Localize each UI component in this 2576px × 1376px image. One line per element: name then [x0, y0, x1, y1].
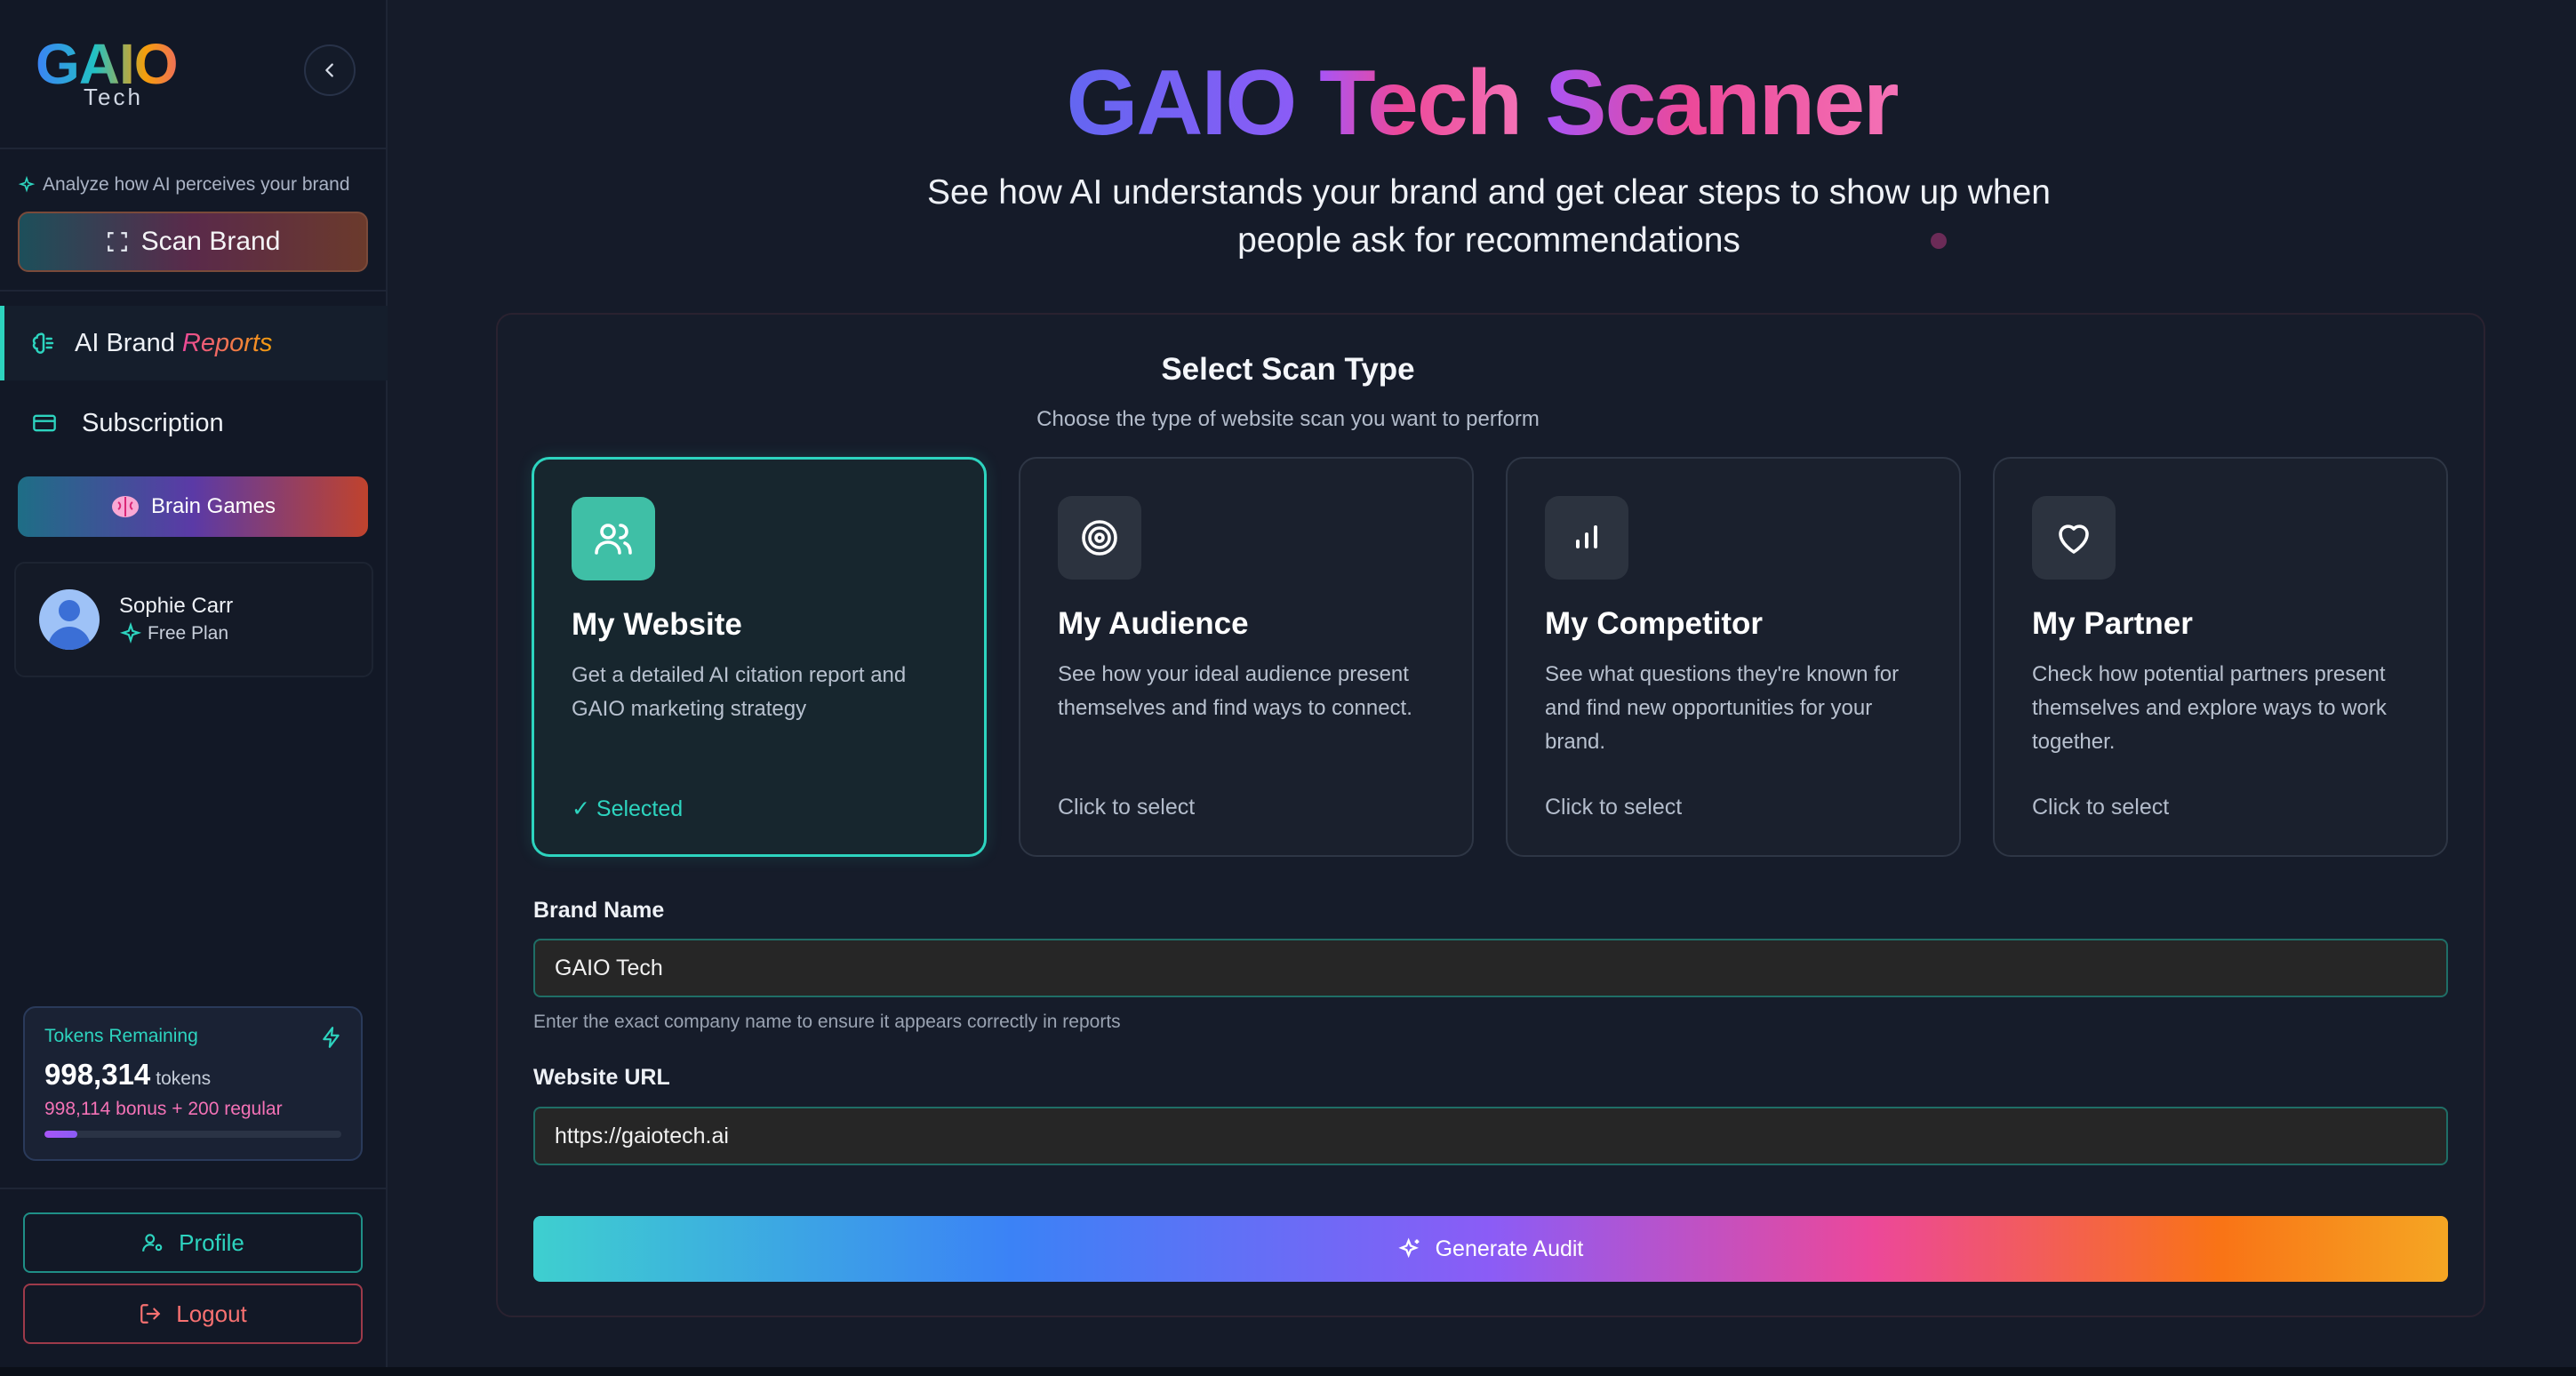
tokens-card: Tokens Remaining 998,314 tokens 998,114 b… — [23, 1006, 363, 1161]
card-title: My Competitor — [1545, 606, 1763, 641]
brand-name-hint: Enter the exact company name to ensure i… — [533, 1012, 1121, 1032]
tokens-title: Tokens Remaining — [44, 1026, 198, 1046]
tokens-progress-bar — [44, 1131, 341, 1138]
website-url-label: Website URL — [533, 1065, 670, 1090]
bar-chart-icon — [1545, 496, 1628, 580]
brand-name-input[interactable] — [533, 939, 2448, 997]
chevron-left-icon — [325, 63, 333, 77]
card-description: Get a detailed AI citation report and GA… — [572, 663, 907, 721]
sidebar-divider — [0, 1188, 388, 1189]
sidebar: GAIO Tech Analyze how AI perceives your … — [0, 0, 388, 1376]
card-title: My Audience — [1058, 606, 1249, 641]
heart-icon — [2032, 496, 2116, 580]
tokens-number: 998,314 — [44, 1058, 151, 1091]
sidebar-divider — [0, 148, 388, 149]
tokens-progress-fill — [44, 1131, 77, 1138]
user-plan: Free Plan — [119, 622, 233, 645]
users-icon — [572, 497, 655, 580]
bottom-strip — [0, 1367, 2576, 1376]
lightning-icon — [323, 1027, 340, 1048]
avatar — [39, 589, 100, 650]
page-title: GAIO Tech Scanner — [388, 50, 2576, 156]
profile-label: Profile — [179, 1228, 244, 1256]
brain-games-button[interactable]: Brain Games — [18, 476, 368, 537]
user-settings-icon — [142, 1234, 163, 1252]
tokens-breakdown: 998,114 bonus + 200 regular — [44, 1099, 283, 1119]
card-status: Click to select — [1545, 795, 1683, 820]
card-status: Click to select — [2032, 795, 2170, 820]
tokens-unit: tokens — [156, 1068, 212, 1089]
user-name: Sophie Carr — [119, 594, 234, 618]
scan-frame-icon — [107, 232, 127, 252]
scan-type-card-my-website[interactable]: My Website Get a detailed AI citation re… — [532, 457, 987, 857]
sparkles-icon — [119, 622, 142, 644]
title-gaio: GAIO — [1066, 52, 1297, 155]
sparkles-icon — [1397, 1237, 1419, 1259]
logout-button[interactable]: Logout — [23, 1284, 363, 1344]
page-subtitle: See how AI understands your brand and ge… — [927, 173, 2051, 260]
decorative-dot — [1931, 233, 1947, 249]
scan-type-card-my-competitor[interactable]: My Competitor See what questions they're… — [1506, 457, 1961, 857]
scan-brand-label: Scan Brand — [140, 227, 281, 256]
gaio-logo[interactable]: GAIO Tech — [36, 36, 204, 110]
scan-type-card-my-audience[interactable]: My Audience See how your ideal audience … — [1019, 457, 1474, 857]
card-title: My Partner — [2032, 606, 2193, 641]
card-status: ✓ Selected — [572, 796, 684, 821]
scan-type-card-my-partner[interactable]: My Partner Check how potential partners … — [1993, 457, 2448, 857]
title-tech: Tech — [1319, 52, 1523, 155]
logout-label: Logout — [176, 1300, 247, 1327]
title-scanner: Scanner — [1545, 52, 1899, 155]
plan-label: Free Plan — [148, 623, 229, 644]
card-status: Click to select — [1058, 795, 1196, 820]
generate-audit-label: Generate Audit — [1435, 1236, 1584, 1261]
brand-name-label: Brand Name — [533, 898, 665, 923]
sparkles-icon — [18, 176, 36, 193]
panel-subtitle: Choose the type of website scan you want… — [1036, 407, 1540, 431]
tokens-count: 998,314 tokens — [44, 1058, 341, 1092]
profile-button[interactable]: Profile — [23, 1212, 363, 1273]
collapse-sidebar-button[interactable] — [304, 44, 356, 96]
website-url-input[interactable] — [533, 1107, 2448, 1165]
card-description: Check how potential partners present the… — [2032, 662, 2387, 754]
card-title: My Website — [572, 607, 742, 642]
logout-icon — [140, 1304, 161, 1324]
target-icon — [1058, 496, 1141, 580]
sidebar-divider — [0, 290, 388, 292]
generate-audit-button[interactable]: Generate Audit — [533, 1216, 2448, 1282]
scan-brand-button[interactable]: Scan Brand — [18, 212, 368, 272]
tagline-text: Analyze how AI perceives your brand — [43, 174, 350, 195]
brain-emoji-icon — [111, 496, 139, 517]
card-description: See what questions they're known for and… — [1545, 662, 1900, 754]
panel-title: Select Scan Type — [1161, 352, 1415, 387]
brain-games-label: Brain Games — [150, 494, 276, 518]
logo-subtitle: Tech — [84, 84, 143, 110]
user-card[interactable]: Sophie Carr Free Plan — [14, 562, 373, 677]
card-description: See how your ideal audience present them… — [1058, 662, 1412, 720]
sidebar-tagline: Analyze how AI perceives your brand — [18, 174, 350, 196]
